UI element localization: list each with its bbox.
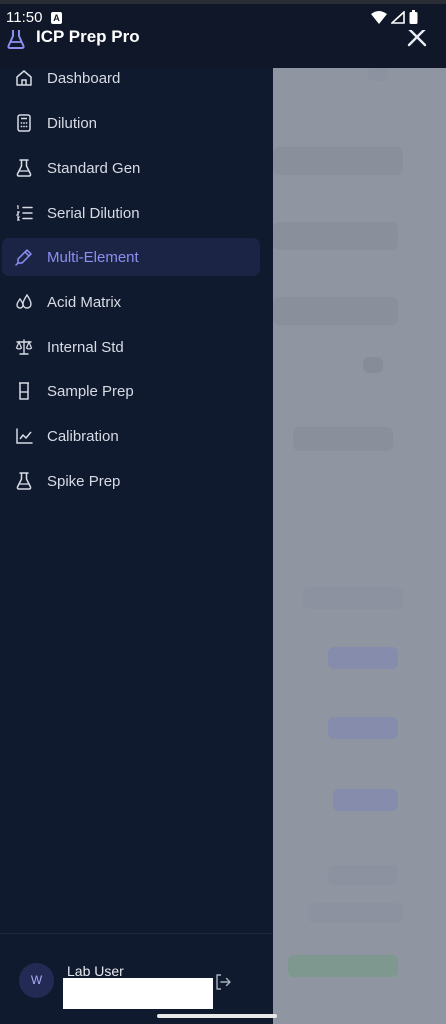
avatar: W (19, 963, 54, 998)
calculator-icon (17, 114, 31, 132)
nav-item-label: Dashboard (47, 69, 121, 87)
droplets-icon (16, 293, 32, 309)
nav-item-label: Acid Matrix (47, 293, 122, 311)
nav-item-acid-matrix[interactable]: Acid Matrix (2, 283, 260, 321)
blurred-content (273, 297, 398, 325)
flask-icon (16, 159, 32, 177)
notification-badge-icon: A (51, 12, 62, 24)
nav-item-internal-std[interactable]: Internal Std (2, 328, 260, 366)
nav-item-spike-prep[interactable]: Spike Prep (2, 462, 260, 500)
footer-divider (0, 933, 273, 934)
list-ordered-icon (15, 205, 33, 221)
blurred-content (363, 357, 383, 373)
home-indicator[interactable] (157, 1014, 277, 1018)
nav-item-calibration[interactable]: Calibration (2, 417, 260, 455)
blurred-content (328, 647, 398, 669)
app-title: ICP Prep Pro (36, 27, 140, 46)
nav-item-sample-prep[interactable]: Sample Prep (2, 372, 260, 410)
beaker-icon (19, 382, 29, 400)
blurred-content (273, 222, 398, 250)
blurred-content (293, 427, 393, 451)
logout-icon[interactable] (213, 972, 233, 992)
nav-item-label: Serial Dilution (47, 204, 140, 222)
nav-item-label: Dilution (47, 114, 98, 132)
redacted-user-email (63, 978, 213, 1009)
status-bar-edge (0, 0, 446, 4)
blurred-content (333, 789, 398, 811)
blurred-content (328, 717, 398, 739)
nav-item-label: Multi-Element (47, 248, 139, 266)
nav-item-standard-gen[interactable]: Standard Gen (2, 149, 260, 187)
nav-item-dilution[interactable]: Dilution (2, 104, 260, 142)
drawer-scrim-overlay[interactable] (273, 67, 446, 1024)
blurred-content (273, 147, 403, 175)
nav-item-multi-element[interactable]: Multi-Element (2, 238, 260, 276)
home-icon (16, 70, 32, 86)
pipette-icon (15, 249, 32, 266)
scale-icon (15, 339, 33, 355)
blurred-content (308, 903, 403, 923)
navigation-drawer: Dashboard Dilution Standard Gen Serial D… (0, 67, 273, 1024)
signal-icon (391, 10, 405, 24)
blurred-content (368, 67, 388, 81)
nav-item-label: Spike Prep (47, 472, 121, 490)
blurred-content (303, 587, 403, 609)
nav-item-label: Standard Gen (47, 159, 141, 177)
nav-item-label: Internal Std (47, 338, 124, 356)
nav-item-serial-dilution[interactable]: Serial Dilution (2, 194, 260, 232)
status-time: 11:50 (6, 9, 43, 26)
nav-item-label: Calibration (47, 427, 119, 445)
status-icons (371, 10, 418, 24)
chart-line-icon (16, 428, 33, 444)
nav-item-label: Sample Prep (47, 382, 134, 400)
blurred-content (328, 865, 398, 885)
battery-icon (409, 10, 418, 24)
blurred-content (288, 955, 398, 977)
wifi-icon (371, 10, 387, 24)
status-bar: 11:50 A (0, 0, 446, 30)
user-name: Lab User (67, 963, 124, 979)
flask-icon (16, 472, 32, 490)
